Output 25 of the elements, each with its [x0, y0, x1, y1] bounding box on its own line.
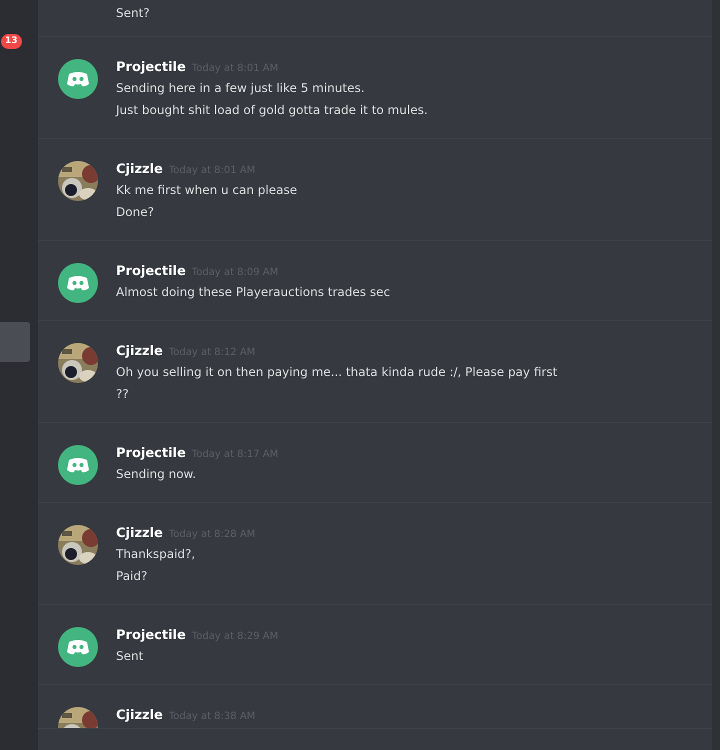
author-name[interactable]: Projectile — [116, 445, 186, 463]
message-text: Kk me first when u can please — [116, 182, 298, 199]
author-name[interactable]: Cjizzle — [116, 161, 163, 179]
author-name[interactable]: Cjizzle — [116, 707, 163, 725]
default-avatar-icon[interactable] — [58, 627, 98, 667]
default-avatar-icon[interactable] — [58, 445, 98, 485]
message-text: Sending now. — [116, 466, 198, 483]
unread-badge: 13 — [1, 34, 22, 49]
author-name[interactable]: Projectile — [116, 627, 186, 645]
message-text: Done? — [116, 204, 155, 221]
message-text: Sending here in a few just like 5 minutes. — [116, 80, 366, 97]
author-name[interactable]: Cjizzle — [116, 343, 163, 361]
message-text: Almost doing these Playerauctions trades sec — [116, 284, 390, 301]
message-text: Just bought shit load of gold gotta trade it to mules. — [116, 102, 428, 119]
author-name[interactable]: Cjizzle — [116, 525, 163, 543]
default-avatar-icon[interactable] — [58, 59, 98, 99]
default-avatar-icon[interactable] — [58, 263, 98, 303]
message-text: ?? — [116, 386, 130, 403]
message-text: Oh you selling it on then paying me... thata kinda rude :/, Please pay first — [116, 364, 558, 381]
message-text: Sent? — [116, 5, 151, 22]
author-name[interactable]: Projectile — [116, 263, 186, 281]
message-text: Paid? — [116, 568, 148, 585]
author-name[interactable]: Projectile — [116, 59, 186, 77]
message-text: Thankspaid?, — [116, 546, 196, 563]
message-text: Sent — [116, 648, 144, 665]
